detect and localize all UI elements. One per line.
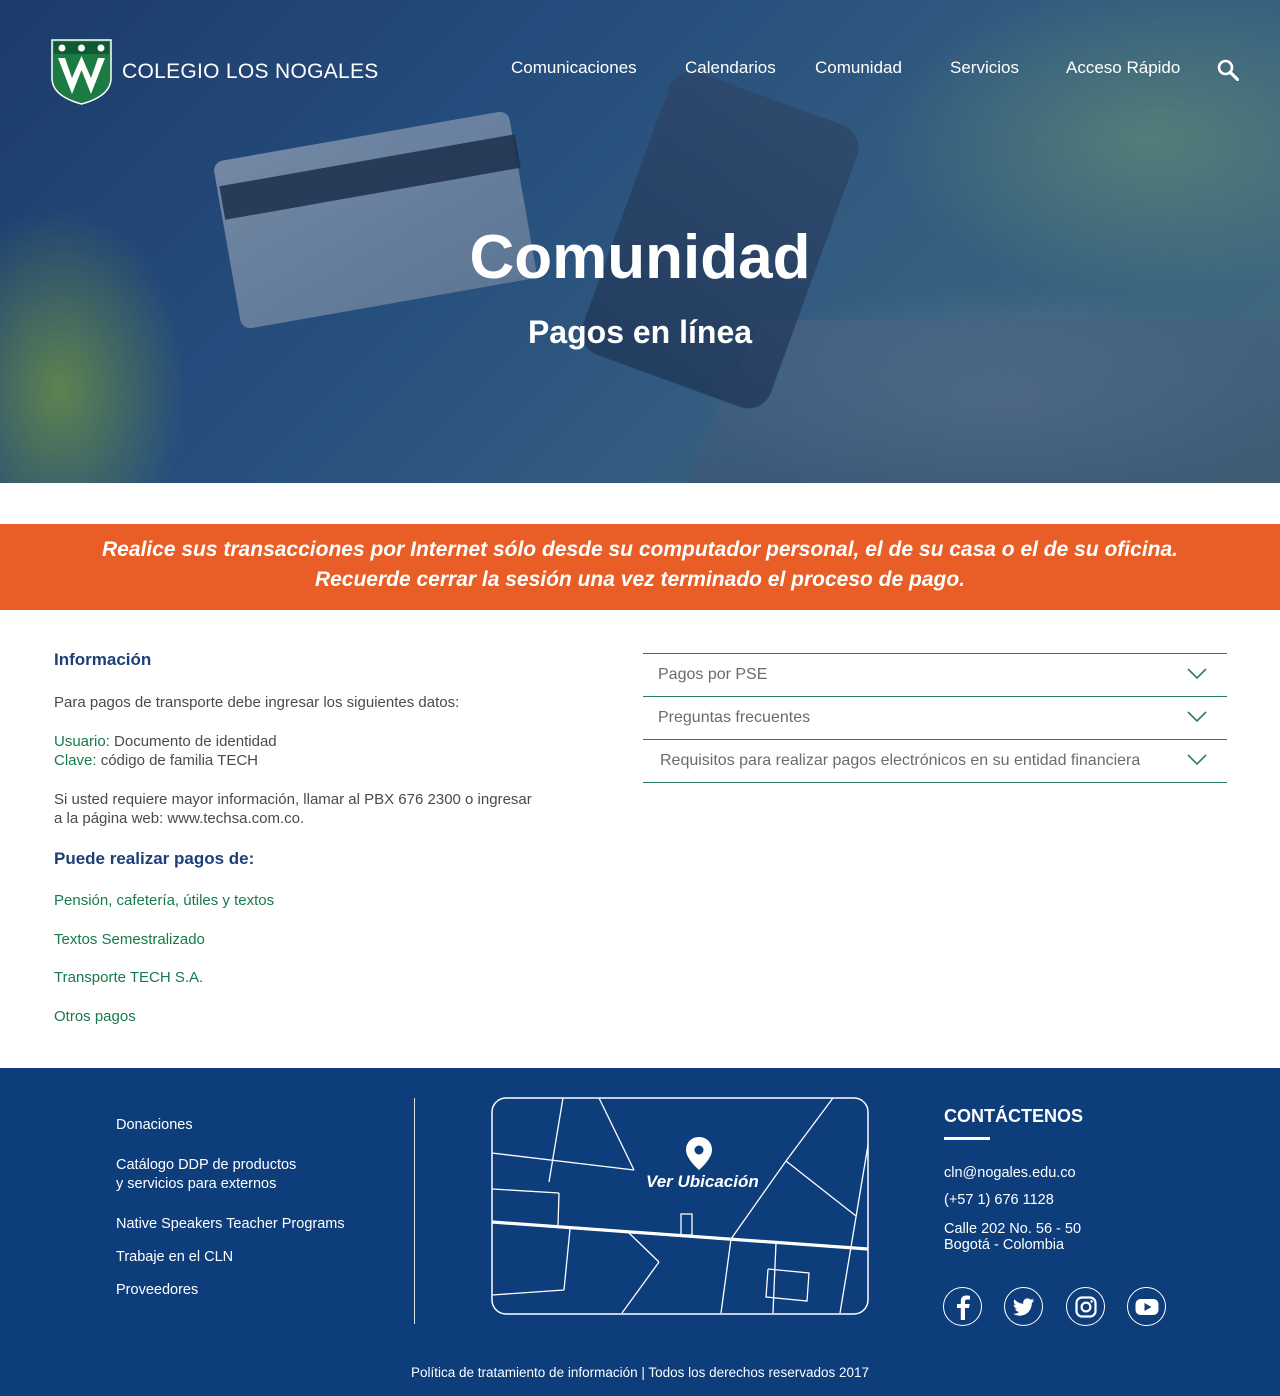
nav-comunidad[interactable]: Comunidad bbox=[815, 58, 902, 78]
payment-link-transporte[interactable]: Transporte TECH S.A. bbox=[54, 969, 203, 986]
page-title: Comunidad bbox=[469, 223, 811, 292]
main-nav: Comunicaciones Calendarios Comunidad Ser… bbox=[0, 58, 1280, 82]
accordion-item-requisitos[interactable]: Requisitos para realizar pagos electróni… bbox=[643, 739, 1227, 783]
instagram-icon[interactable] bbox=[1066, 1287, 1105, 1326]
nav-servicios[interactable]: Servicios bbox=[950, 58, 1019, 78]
footer-link-trabaje[interactable]: Trabaje en el CLN bbox=[116, 1248, 233, 1267]
payment-link-pension[interactable]: Pensión, cafetería, útiles y textos bbox=[54, 892, 274, 909]
contact-underline bbox=[944, 1137, 990, 1140]
chevron-down-icon bbox=[1187, 754, 1207, 766]
payment-link-otros[interactable]: Otros pagos bbox=[54, 1008, 136, 1025]
payment-link-textos[interactable]: Textos Semestralizado bbox=[54, 931, 205, 948]
site-footer: Donaciones Catálogo DDP de productos y s… bbox=[0, 1068, 1280, 1396]
footer-link-proveedores[interactable]: Proveedores bbox=[116, 1281, 198, 1300]
accordion-label: Requisitos para realizar pagos electróni… bbox=[660, 752, 1141, 769]
map-label[interactable]: Ver Ubicación bbox=[646, 1172, 759, 1192]
footer-link-catalogo-line-2[interactable]: y servicios para externos bbox=[116, 1175, 276, 1194]
user-value: Documento de identidad bbox=[114, 733, 277, 750]
accordion-item-faq[interactable]: Preguntas frecuentes bbox=[643, 696, 1227, 739]
info-heading: Información bbox=[54, 650, 152, 669]
chevron-down-icon bbox=[1187, 668, 1207, 680]
map-pin-icon bbox=[686, 1137, 712, 1170]
contact-address-2: Bogotá - Colombia bbox=[944, 1237, 1065, 1253]
key-row: Clave: código de familia TECH bbox=[54, 751, 258, 770]
contact-heading: CONTÁCTENOS bbox=[944, 1106, 1083, 1126]
faq-accordion: Pagos por PSE Preguntas frecuentes Requi… bbox=[643, 653, 1227, 783]
footer-legal[interactable]: Política de tratamiento de información |… bbox=[0, 1365, 1280, 1380]
user-label: Usuario: bbox=[54, 733, 110, 750]
nav-calendarios[interactable]: Calendarios bbox=[685, 58, 776, 78]
notice-line-1: Realice sus transacciones por Internet s… bbox=[101, 538, 1178, 561]
footer-link-native-speakers[interactable]: Native Speakers Teacher Programs bbox=[116, 1215, 345, 1234]
accordion-item-pse[interactable]: Pagos por PSE bbox=[643, 653, 1227, 696]
accordion-label: Preguntas frecuentes bbox=[658, 709, 811, 726]
notice-line-2: Recuerde cerrar la sesión una vez termin… bbox=[314, 568, 966, 591]
chevron-down-icon bbox=[1187, 711, 1207, 723]
hero-banner: COLEGIO LOS NOGALES Comunicaciones Calen… bbox=[0, 0, 1280, 483]
footer-divider bbox=[414, 1098, 415, 1324]
contact-address-1: Calle 202 No. 56 - 50 bbox=[944, 1221, 1082, 1237]
key-label: Clave: bbox=[54, 752, 97, 769]
facebook-icon[interactable] bbox=[943, 1287, 982, 1326]
more-info-line-1: Si usted requiere mayor información, lla… bbox=[54, 791, 532, 808]
contact-email[interactable]: cln@nogales.edu.co bbox=[944, 1165, 1076, 1182]
nav-acceso-rapido[interactable]: Acceso Rápido bbox=[1066, 58, 1180, 78]
footer-link-catalogo[interactable]: Catálogo DDP de productos bbox=[116, 1156, 296, 1175]
twitter-icon[interactable] bbox=[1004, 1287, 1043, 1326]
info-intro: Para pagos de transporte debe ingresar l… bbox=[54, 694, 460, 711]
payments-heading: Puede realizar pagos de: bbox=[54, 849, 255, 868]
location-map[interactable] bbox=[491, 1097, 869, 1315]
nav-comunicaciones[interactable]: Comunicaciones bbox=[511, 58, 637, 78]
youtube-icon[interactable] bbox=[1127, 1287, 1166, 1326]
accordion-label: Pagos por PSE bbox=[658, 666, 768, 683]
contact-phone[interactable]: (+57 1) 676 1128 bbox=[944, 1192, 1054, 1209]
page-subtitle: Pagos en línea bbox=[527, 314, 753, 350]
more-info-line-2: a la página web: www.techsa.com.co. bbox=[54, 810, 305, 827]
footer-link-donaciones[interactable]: Donaciones bbox=[116, 1116, 193, 1135]
search-icon[interactable] bbox=[1217, 59, 1239, 81]
notice-banner: Realice sus transacciones por Internet s… bbox=[0, 524, 1280, 610]
user-row: Usuario: Documento de identidad bbox=[54, 732, 277, 751]
key-value: código de familia TECH bbox=[100, 752, 258, 769]
